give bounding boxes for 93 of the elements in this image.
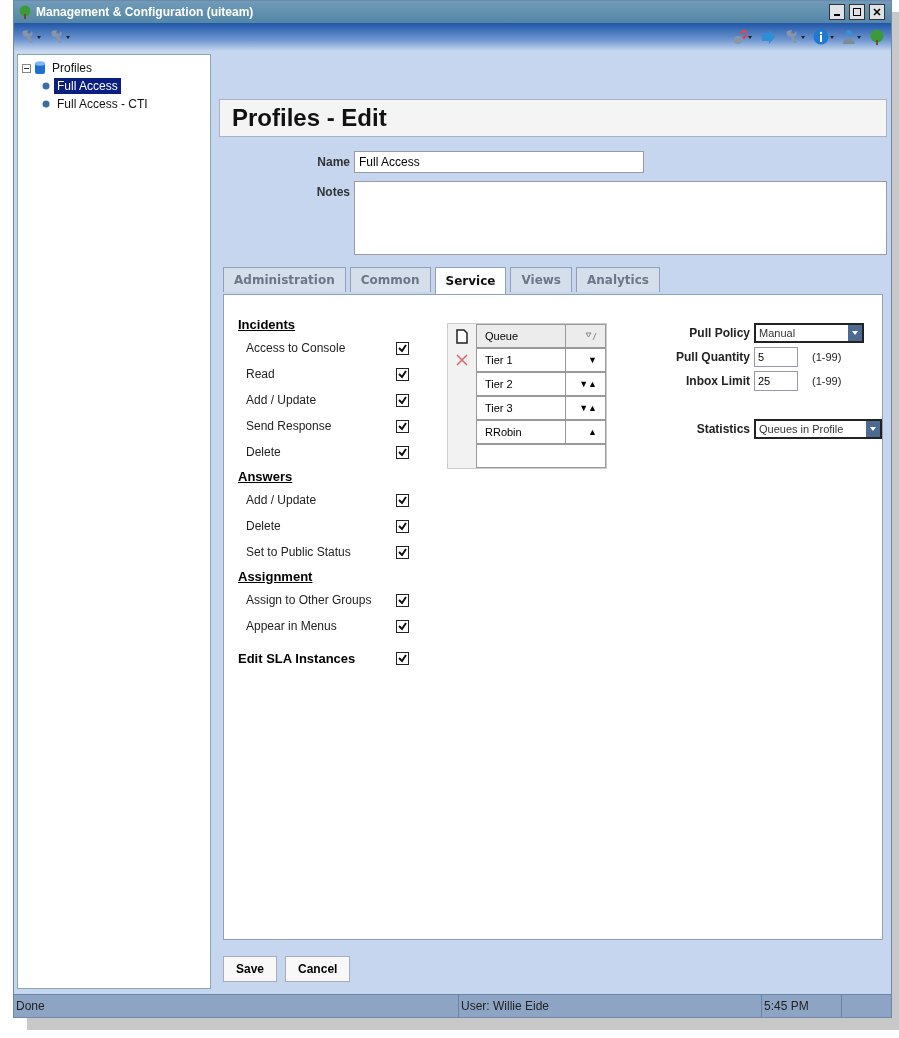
move-arrows[interactable]: ▼ [566,348,606,372]
wrench-icon [49,29,65,45]
field-label: Statistics [695,422,750,436]
dropdown[interactable]: Queues in Profile [754,419,882,439]
move-arrows[interactable]: ▼▲ [566,396,606,420]
close-button[interactable] [869,4,885,20]
tree-icon [869,29,885,45]
help-wrench-menu-button[interactable] [49,29,70,45]
empty-table-row[interactable] [476,444,606,468]
column-header: Queue [476,324,566,348]
caret-icon [870,427,876,431]
checkbox-label: Send Response [245,419,333,433]
wrench-menu-button[interactable] [20,29,41,45]
checkbox-label: Add / Update [245,393,318,407]
delete-icon[interactable] [456,354,468,366]
checkbox-label: Set to Public Status [245,545,352,559]
caret-icon [748,35,752,39]
info-icon [813,29,829,45]
table-cell: Tier 2 [476,372,566,396]
caret-icon [857,35,861,39]
checkbox[interactable] [396,419,409,433]
checkbox-label: Edit SLA Instances [238,650,357,666]
sort-icon [585,331,597,341]
caret-icon [830,35,834,39]
database-icon [35,60,45,76]
wrench-icon [20,29,36,45]
table-cell: Tier 3 [476,396,566,420]
caret-icon [801,35,805,39]
section-heading: Answers [238,467,294,486]
caret-icon [37,35,41,39]
checkbox[interactable] [396,545,409,559]
page-title: Profiles - Edit [232,104,387,132]
section-heading: Assignment [238,567,314,586]
range-hint: (1-99) [812,375,842,387]
time-text: 5:45 PM [762,995,842,1017]
move-arrows[interactable]: ▲ [566,420,606,444]
field-label: Pull Policy [688,326,750,340]
tree-node[interactable]: Full Access - CTI [54,96,151,112]
checkbox[interactable] [396,651,409,665]
notes-field[interactable] [354,181,887,255]
checkbox[interactable] [396,367,409,381]
window-title: Management & Configuration (uiteam) [36,5,255,19]
number-field[interactable]: 5 [754,347,798,367]
name-label: Name [316,154,350,169]
minimize-button[interactable] [829,4,845,20]
checkbox-label: Access to Console [245,341,347,355]
caret-icon [66,35,70,39]
notes-label: Notes [315,184,350,199]
close-icon [873,8,881,16]
checkbox-label: Assign to Other Groups [245,593,373,607]
checkbox[interactable] [396,341,409,355]
info-menu-button[interactable] [813,29,834,45]
user-icon [842,29,856,45]
checkbox-label: Delete [245,445,282,459]
wrench-icon [784,29,800,45]
section-heading: Incidents [238,315,297,334]
field-label: Pull Quantity [675,350,750,364]
new-document-icon[interactable] [456,328,468,344]
arrow-icon [760,29,776,45]
question-icon [733,29,747,45]
maximize-button[interactable] [849,4,865,20]
move-arrows[interactable]: ▼▲ [566,372,606,396]
checkbox[interactable] [396,619,409,633]
caret-icon [852,331,858,335]
checkbox-label: Add / Update [245,493,318,507]
dropdown[interactable]: Manual [754,323,864,343]
checkbox[interactable] [396,519,409,533]
checkbox[interactable] [396,393,409,407]
checkbox[interactable] [396,493,409,507]
user-menu-button[interactable] [842,29,861,45]
status-text: Done [14,995,459,1017]
save-button[interactable]: Save [223,956,278,982]
table-cell: Tier 1 [476,348,566,372]
checkbox-label: Read [245,367,276,381]
checkbox-label: Delete [245,519,282,533]
checkbox[interactable] [396,593,409,607]
tree-node[interactable]: Full Access [54,78,121,94]
table-cell: RRobin [476,420,566,444]
tree-icon [18,5,32,19]
number-field[interactable]: 25 [754,371,798,391]
range-hint: (1-99) [812,351,842,363]
tab[interactable]: Service [434,267,507,294]
field-label: Inbox Limit [685,374,750,388]
maximize-icon [853,8,861,16]
cancel-button[interactable]: Cancel [285,956,351,982]
name-field[interactable]: Full Access [354,151,644,173]
help-menu-button[interactable] [733,29,752,45]
checkbox-label: Appear in Menus [245,619,338,633]
checkbox[interactable] [396,445,409,459]
collapse-icon[interactable] [22,63,31,73]
user-text: User: Willie Eide [459,995,762,1017]
settings-menu-button[interactable] [784,29,805,45]
tree-node[interactable]: Profiles [49,60,95,76]
